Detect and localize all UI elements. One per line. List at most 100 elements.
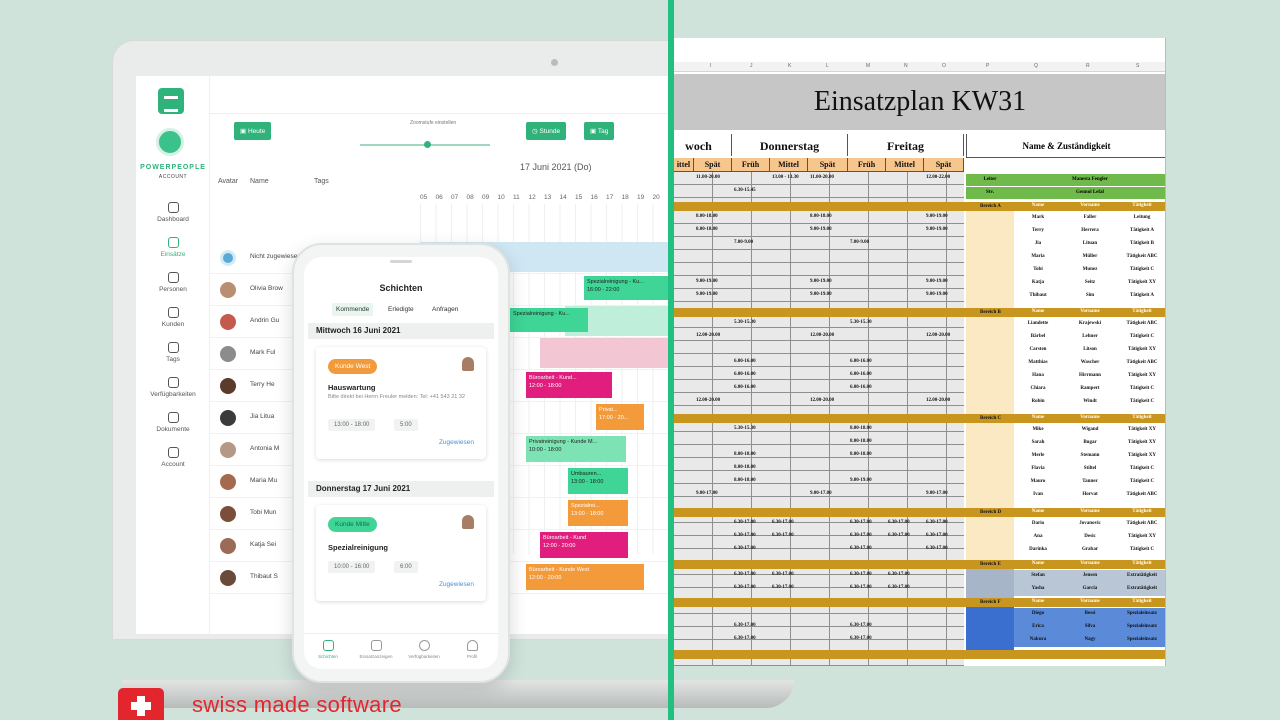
staff-row[interactable]: Diego Bessi Spezialeinsatz — [1014, 608, 1165, 621]
staff-row[interactable]: Katja Seitz Tätigkeit XY — [1014, 277, 1165, 290]
staff-row[interactable]: Maria Müller Tätigkeit ABC — [1014, 251, 1165, 264]
shift-block[interactable]: Büroarbeit - Kund... 12:00 - 18:00 — [526, 372, 612, 398]
staff-row[interactable]: Dario Jovanovic Tätigkeit ABC — [1014, 518, 1165, 531]
time-cell[interactable]: 9.00-19.00 — [696, 292, 718, 297]
staff-row[interactable]: Stefan Jensen Extratätigkeit — [1014, 570, 1165, 583]
shift-card[interactable]: Kunde Mitte Spezialreinigung 10:00 - 16:… — [316, 505, 486, 601]
tab-kommende[interactable]: Kommende — [332, 303, 374, 316]
shift-block[interactable]: Privat... 17:00 - 20... — [596, 404, 644, 430]
time-cell[interactable]: 5.30-15.30 — [734, 426, 756, 431]
shift-block[interactable]: Umbauren... 13:00 - 18:00 — [568, 468, 628, 494]
sidebar-item-einsaetze[interactable]: Einsätze — [136, 237, 210, 272]
assigned-link[interactable]: Zugewiesen — [439, 439, 474, 446]
sidebar-item-account[interactable]: Account — [136, 447, 210, 482]
time-cell[interactable]: 6.30-15.45 — [734, 188, 756, 193]
staff-row[interactable]: Darinka Grabar Tätigkeit C — [1014, 544, 1165, 557]
time-cell[interactable]: 8.00-18.00 — [810, 214, 832, 219]
time-cell[interactable]: 6.30-17.00 — [772, 520, 794, 525]
zoom-slider-handle[interactable] — [424, 141, 431, 148]
shift-block[interactable]: Privatreinigung - Kunde M... 10:00 - 18:0… — [526, 436, 626, 462]
time-cell[interactable]: 6.30-17.00 — [850, 572, 872, 577]
time-cell[interactable]: 6.30-17.00 — [888, 572, 910, 577]
time-cell[interactable]: 12.00-20.00 — [810, 398, 834, 403]
time-cell[interactable]: 6.30-17.00 — [772, 533, 794, 538]
staff-row[interactable]: Mark Faller Leitung — [1014, 212, 1165, 225]
time-cell[interactable]: 5.30-15.30 — [850, 320, 872, 325]
time-cell[interactable]: 12.00-20.00 — [810, 333, 834, 338]
time-cell[interactable]: 9.00-19.00 — [810, 292, 832, 297]
time-cell[interactable]: 9.00-19.00 — [810, 227, 832, 232]
time-cell[interactable]: 6.30-17.00 — [926, 533, 948, 538]
time-cell[interactable]: 6.00-16.00 — [734, 359, 756, 364]
time-cell[interactable]: 12.00-20.00 — [696, 398, 720, 403]
time-cell[interactable]: 9.00-17.00 — [926, 491, 948, 496]
time-cell[interactable]: 13.00 - 13.30 — [772, 175, 799, 180]
time-cell[interactable]: 6.30-17.00 — [734, 546, 756, 551]
time-cell[interactable]: 6.30-17.00 — [734, 636, 756, 641]
time-cell[interactable]: 12.00-20.00 — [696, 333, 720, 338]
time-cell[interactable]: 12.00-22.00 — [926, 175, 950, 180]
staff-row[interactable]: Mike Wigand Tätigkeit XY — [1014, 424, 1165, 437]
time-cell[interactable]: 6.30-17.00 — [850, 546, 872, 551]
tab-anfragen[interactable]: Anfragen — [428, 303, 462, 316]
time-cell[interactable]: 6.30-17.00 — [772, 572, 794, 577]
time-cell[interactable]: 11.00-20.00 — [696, 175, 720, 180]
time-cell[interactable]: 6.00-16.00 — [850, 372, 872, 377]
staff-row[interactable]: Liandette Krajewski Tätigkeit ABC — [1014, 318, 1165, 331]
time-cell[interactable]: 9.00-19.00 — [810, 279, 832, 284]
time-cell[interactable]: 6.30-17.00 — [888, 520, 910, 525]
hour-view-button[interactable]: ◷ Stunde — [526, 122, 567, 140]
time-cell[interactable]: 9.00-17.00 — [696, 491, 718, 496]
staff-row[interactable]: Robin Windt Tätigkeit C — [1014, 396, 1165, 409]
time-cell[interactable]: 6.00-16.00 — [850, 359, 872, 364]
staff-row[interactable]: Matthias Wascher Tätigkeit ABC — [1014, 357, 1165, 370]
staff-row[interactable]: Hana Hirrmann Tätigkeit XY — [1014, 370, 1165, 383]
time-cell[interactable]: 6.30-17.00 — [850, 636, 872, 641]
staff-row[interactable]: Ana Desic Tätigkeit XY — [1014, 531, 1165, 544]
sidebar-item-dokumente[interactable]: Dokumente — [136, 412, 210, 447]
shift-block[interactable]: Büroarbeit - Kund 12:00 - 20:00 — [540, 532, 628, 558]
time-cell[interactable]: 7.00-9.00 — [850, 240, 869, 245]
time-cell[interactable]: 9.00-19.00 — [926, 227, 948, 232]
time-cell[interactable]: 8.00-18.00 — [734, 478, 756, 483]
nav-schichten[interactable]: Schichten — [304, 640, 352, 659]
staff-row[interactable]: Merle Stemann Tätigkeit XY — [1014, 450, 1165, 463]
time-cell[interactable]: 6.30-17.00 — [734, 533, 756, 538]
time-cell[interactable]: 6.30-17.00 — [888, 585, 910, 590]
app-logo-icon[interactable] — [158, 88, 184, 114]
staff-row[interactable]: Jia Lituan Tätigkeit B — [1014, 238, 1165, 251]
staff-row[interactable]: Nakura Nagy Spezialeinsatz — [1014, 634, 1165, 647]
staff-row[interactable]: Mauro Tanner Tätigkeit C — [1014, 476, 1165, 489]
time-cell[interactable]: 7.00-9.00 — [734, 240, 753, 245]
staff-row[interactable]: Yasha Garcia Extratätigkeit — [1014, 583, 1165, 596]
sidebar-item-kunden[interactable]: Kunden — [136, 307, 210, 342]
time-cell[interactable]: 8.00-18.00 — [850, 426, 872, 431]
time-cell[interactable]: 6.30-17.00 — [850, 585, 872, 590]
time-cell[interactable]: 9.00-19.00 — [926, 292, 948, 297]
time-cell[interactable]: 6.30-17.00 — [772, 585, 794, 590]
time-cell[interactable]: 6.30-17.00 — [734, 585, 756, 590]
time-cell[interactable]: 12.00-20.00 — [926, 333, 950, 338]
time-cell[interactable]: 9.00-19.00 — [926, 279, 948, 284]
sidebar-item-dashboard[interactable]: Dashboard — [136, 202, 210, 237]
tab-erledigte[interactable]: Erledigte — [384, 303, 418, 316]
day-view-button[interactable]: ▣ Tag — [584, 122, 615, 140]
account-avatar[interactable] — [156, 128, 184, 156]
time-cell[interactable]: 8.00-18.00 — [696, 227, 718, 232]
shift-block[interactable]: Büroarbeit - Kunde West 12:00 - 20:00 — [526, 564, 644, 590]
assigned-link[interactable]: Zugewiesen — [439, 581, 474, 588]
time-cell[interactable]: 12.00-20.00 — [926, 398, 950, 403]
shift-block[interactable]: Spezialreinigung - Ku... — [510, 308, 588, 332]
time-cell[interactable]: 8.00-18.00 — [696, 214, 718, 219]
time-cell[interactable]: 6.30-17.00 — [926, 520, 948, 525]
sidebar-item-tags[interactable]: Tags — [136, 342, 210, 377]
staff-row[interactable]: Sarah Bugar Tätigkeit XY — [1014, 437, 1165, 450]
time-cell[interactable]: 6.30-17.00 — [850, 520, 872, 525]
staff-row[interactable]: Ivan Horvat Tätigkeit ABC — [1014, 489, 1165, 502]
time-cell[interactable]: 9.00-17.00 — [810, 491, 832, 496]
nav-verfuegbarkeiten[interactable]: Verfügbarkeiten — [400, 640, 448, 659]
staff-row[interactable]: Carsten Litson Tätigkeit XY — [1014, 344, 1165, 357]
time-cell[interactable]: 8.00-18.00 — [734, 452, 756, 457]
time-cell[interactable]: 6.00-16.00 — [734, 372, 756, 377]
staff-row[interactable]: Chiara Rampert Tätigkeit C — [1014, 383, 1165, 396]
